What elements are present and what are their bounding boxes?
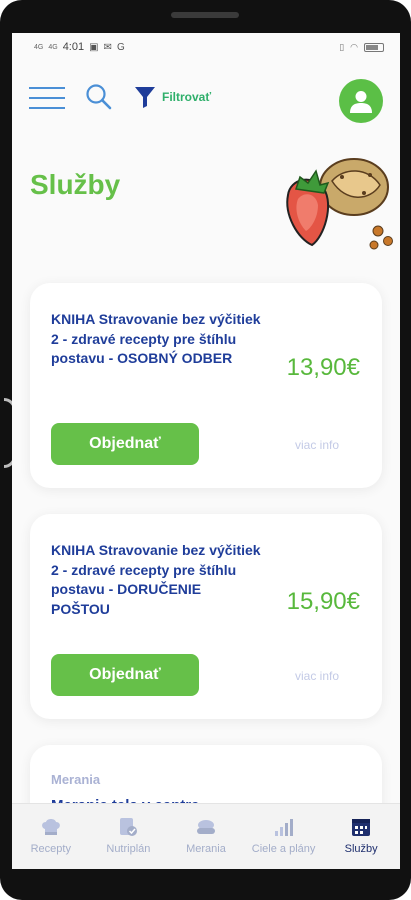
services-icon [352, 819, 371, 836]
nav-item-recepty[interactable]: Recepty [12, 804, 90, 869]
bar-chart-icon [274, 819, 293, 836]
user-avatar[interactable] [339, 79, 383, 123]
chef-hat-icon [41, 819, 60, 835]
network-indicator: 4G [48, 43, 58, 51]
order-button[interactable]: Objednať [51, 654, 199, 696]
product-title: KNIHA Stravovanie bez výčitiek 2 - zdrav… [51, 542, 261, 617]
more-info-link[interactable]: viac info [295, 438, 339, 452]
nav-item-sluzby[interactable]: Služby [322, 804, 400, 869]
phone-speaker [171, 12, 239, 18]
status-time: 4:01 [62, 41, 85, 53]
food-illustration [286, 158, 393, 250]
product-price: 15,90€ [286, 588, 360, 615]
app-screen: 4G 4G 4:01 ▣ ✉ G ▯ ◠ Filtrovať Služby KN… [12, 33, 400, 869]
funnel-icon [135, 87, 155, 108]
nav-item-merania[interactable]: Merania [167, 804, 245, 869]
bottom-navigation: Recepty Nutriplán Merania Ciele a plány … [12, 803, 400, 869]
notification-icon: ▣ [89, 41, 99, 53]
top-bar: Filtrovať [12, 77, 400, 123]
vibrate-icon: ▯ [339, 41, 345, 52]
nav-label: Služby [344, 843, 378, 855]
nav-item-nutriplan[interactable]: Nutriplán [90, 804, 168, 869]
filter-button[interactable]: Filtrovať [134, 85, 211, 109]
more-info-link[interactable]: viac info [295, 669, 339, 683]
order-button[interactable]: Objednať [51, 423, 199, 465]
product-card: KNIHA Stravovanie bez výčitiek 2 - zdrav… [30, 514, 382, 719]
page-title: Služby [30, 169, 121, 200]
mail-icon: ✉ [103, 41, 112, 53]
nav-label: Merania [186, 843, 226, 855]
nav-label: Recepty [30, 843, 71, 855]
product-category: Merania [51, 772, 101, 787]
battery-icon [364, 42, 384, 52]
notification-app-letter: G [116, 41, 125, 53]
search-icon[interactable] [85, 83, 113, 111]
filter-label: Filtrovať [162, 90, 212, 104]
status-bar: 4G 4G 4:01 ▣ ✉ G ▯ ◠ [12, 33, 400, 61]
nav-label: Nutriplán [106, 843, 151, 855]
product-card: KNIHA Stravovanie bez výčitiek 2 - zdrav… [30, 283, 382, 488]
phone-frame: 4G 4G 4:01 ▣ ✉ G ▯ ◠ Filtrovať Služby KN… [0, 0, 411, 900]
scale-icon [196, 820, 215, 834]
menu-icon[interactable] [29, 85, 65, 111]
network-indicator: 4G [34, 43, 44, 51]
nutriplan-icon [120, 818, 138, 836]
nav-item-ciele[interactable]: Ciele a plány [245, 804, 323, 869]
wifi-icon: ◠ [350, 41, 358, 52]
nav-label: Ciele a plány [251, 843, 316, 855]
user-icon [350, 91, 372, 113]
product-title: KNIHA Stravovanie bez výčitiek 2 - zdrav… [51, 311, 261, 366]
product-price: 13,90€ [286, 354, 360, 381]
